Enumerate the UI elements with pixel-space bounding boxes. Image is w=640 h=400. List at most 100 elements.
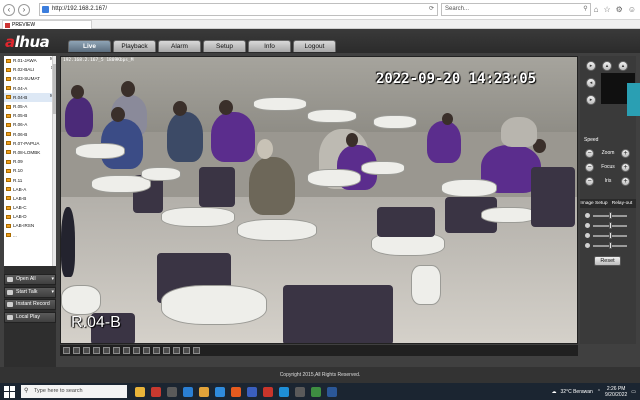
layout-16-icon[interactable]: [93, 347, 100, 354]
camera-item[interactable]: R.02-BALIS: [4, 65, 56, 74]
smiley-icon[interactable]: ☺: [628, 5, 636, 14]
favorites-icon[interactable]: ☆: [603, 5, 610, 14]
camera-item[interactable]: LAB-B: [4, 194, 56, 203]
app-icon[interactable]: [247, 386, 257, 397]
zoom-minus-icon[interactable]: −: [585, 149, 594, 158]
contrast-slider[interactable]: [585, 222, 631, 230]
camera-item-selected[interactable]: R.04-BM: [4, 92, 56, 102]
back-icon[interactable]: ‹: [3, 3, 15, 16]
tab-image-setup[interactable]: Image Setup: [580, 199, 608, 208]
tab-playback[interactable]: Playback: [113, 40, 156, 52]
camera-item[interactable]: LAB-A: [4, 185, 56, 194]
iris-plus-icon[interactable]: +: [621, 177, 630, 186]
zoom-icon[interactable]: [153, 347, 160, 354]
video-feed[interactable]: 192.168.2.167_5 1809Kbps_M 2022-09-20 14…: [60, 56, 578, 344]
refresh-icon[interactable]: ⟳: [429, 4, 434, 15]
app-icon[interactable]: [263, 386, 273, 397]
record-icon[interactable]: [133, 347, 140, 354]
stream-icon[interactable]: [163, 347, 170, 354]
local-play-button[interactable]: Local Play: [4, 311, 56, 323]
ratio-icon[interactable]: [173, 347, 180, 354]
ptz-up-right-icon[interactable]: ▴: [618, 61, 628, 71]
hue-slider[interactable]: [585, 242, 631, 250]
camera-item[interactable]: LAB-D: [4, 212, 56, 221]
camera-item[interactable]: R.01-JAWAM: [4, 56, 56, 65]
open-all-button[interactable]: Open All ▾: [4, 274, 56, 285]
audio-icon[interactable]: [143, 347, 150, 354]
app-icon[interactable]: [295, 386, 305, 397]
browser-search-input[interactable]: Search... ⚲: [440, 3, 591, 16]
camera-item[interactable]: LAB-IRSN: [4, 221, 56, 230]
tab-relay-out[interactable]: Relay-out: [608, 199, 636, 208]
slider-knob[interactable]: [609, 242, 612, 249]
slider-knob[interactable]: [609, 222, 612, 229]
layout-9-icon[interactable]: [83, 347, 90, 354]
tab-live[interactable]: Live: [68, 40, 111, 52]
camera-item[interactable]: R.03-SUMAT: [4, 74, 56, 83]
windows-start-icon[interactable]: [4, 385, 16, 398]
camera-item[interactable]: R.05-A: [4, 102, 56, 111]
camera-item[interactable]: R.08-LOMBK: [4, 148, 56, 157]
slider-knob[interactable]: [609, 232, 612, 239]
slider-knob[interactable]: [609, 212, 612, 219]
ptz-up-icon[interactable]: ▴: [602, 61, 612, 71]
layout-custom-icon[interactable]: [103, 347, 110, 354]
forward-icon[interactable]: ›: [17, 3, 30, 16]
chevron-down-icon[interactable]: ▾: [51, 288, 54, 297]
camera-item[interactable]: R.04-A: [4, 84, 56, 93]
scrollbar-thumb[interactable]: [53, 64, 56, 114]
focus-plus-icon[interactable]: +: [621, 163, 630, 172]
layout-1-icon[interactable]: [63, 347, 70, 354]
home-icon[interactable]: ⌂: [594, 5, 599, 14]
camera-item[interactable]: R.05-B: [4, 111, 56, 120]
clock[interactable]: 2:26 PM 9/20/2022: [605, 386, 627, 398]
address-bar[interactable]: http://192.168.2.167/ ⟳: [38, 3, 438, 16]
edge-icon[interactable]: [183, 386, 193, 397]
browser-tab[interactable]: PREVIEW: [2, 20, 92, 29]
camera-item[interactable]: R.07-PAPUA: [4, 139, 56, 148]
weather-icon[interactable]: ☁: [552, 389, 557, 395]
store-icon[interactable]: [215, 386, 225, 397]
camera-item[interactable]: R.11: [4, 175, 56, 184]
chevron-down-icon[interactable]: ▾: [51, 275, 54, 284]
camera-item[interactable]: R.06-B: [4, 130, 56, 139]
camera-item[interactable]: R.06-A: [4, 120, 56, 129]
side-tab[interactable]: [627, 83, 640, 116]
firefox-icon[interactable]: [231, 386, 241, 397]
weather-text[interactable]: 32°C Berawan: [561, 389, 593, 395]
camera-item[interactable]: LAB-C: [4, 203, 56, 212]
camera-item[interactable]: R.09: [4, 157, 56, 166]
tab-logout[interactable]: Logout: [293, 40, 336, 52]
chrome-icon[interactable]: [311, 386, 321, 397]
reset-button[interactable]: Reset: [594, 256, 621, 266]
zoom-plus-icon[interactable]: +: [621, 149, 630, 158]
tab-alarm[interactable]: Alarm: [158, 40, 201, 52]
tab-info[interactable]: Info: [248, 40, 291, 52]
iris-minus-icon[interactable]: −: [585, 177, 594, 186]
close-all-icon[interactable]: [193, 347, 200, 354]
layout-4-icon[interactable]: [73, 347, 80, 354]
task-view-icon[interactable]: [167, 386, 177, 397]
camera-item[interactable]: R.10: [4, 166, 56, 175]
file-explorer-icon[interactable]: [135, 386, 145, 397]
tray-arrow-icon[interactable]: ⌃: [597, 389, 601, 395]
camera-item[interactable]: ...: [4, 231, 56, 240]
instant-record-button[interactable]: Instant Record: [4, 299, 56, 310]
ptz-down-left-icon[interactable]: ▸: [586, 95, 596, 105]
fluency-icon[interactable]: [183, 347, 190, 354]
saturation-slider[interactable]: [585, 232, 631, 240]
gear-icon[interactable]: ⚙: [616, 5, 623, 14]
brightness-slider[interactable]: [585, 212, 631, 220]
snapshot-icon[interactable]: [123, 347, 130, 354]
fullscreen-icon[interactable]: [113, 347, 120, 354]
focus-minus-icon[interactable]: −: [585, 163, 594, 172]
start-talk-button[interactable]: Start Talk ▾: [4, 286, 56, 298]
ptz-up-left-icon[interactable]: ▸: [586, 61, 596, 71]
word-icon[interactable]: [327, 386, 337, 397]
search-icon[interactable]: ⚲: [583, 4, 587, 15]
app-icon[interactable]: [151, 386, 161, 397]
internet-explorer-icon[interactable]: [279, 386, 289, 397]
taskbar-search-input[interactable]: ⚲ Type here to search: [21, 385, 127, 398]
tab-setup[interactable]: Setup: [203, 40, 246, 52]
folder-icon[interactable]: [199, 386, 209, 397]
